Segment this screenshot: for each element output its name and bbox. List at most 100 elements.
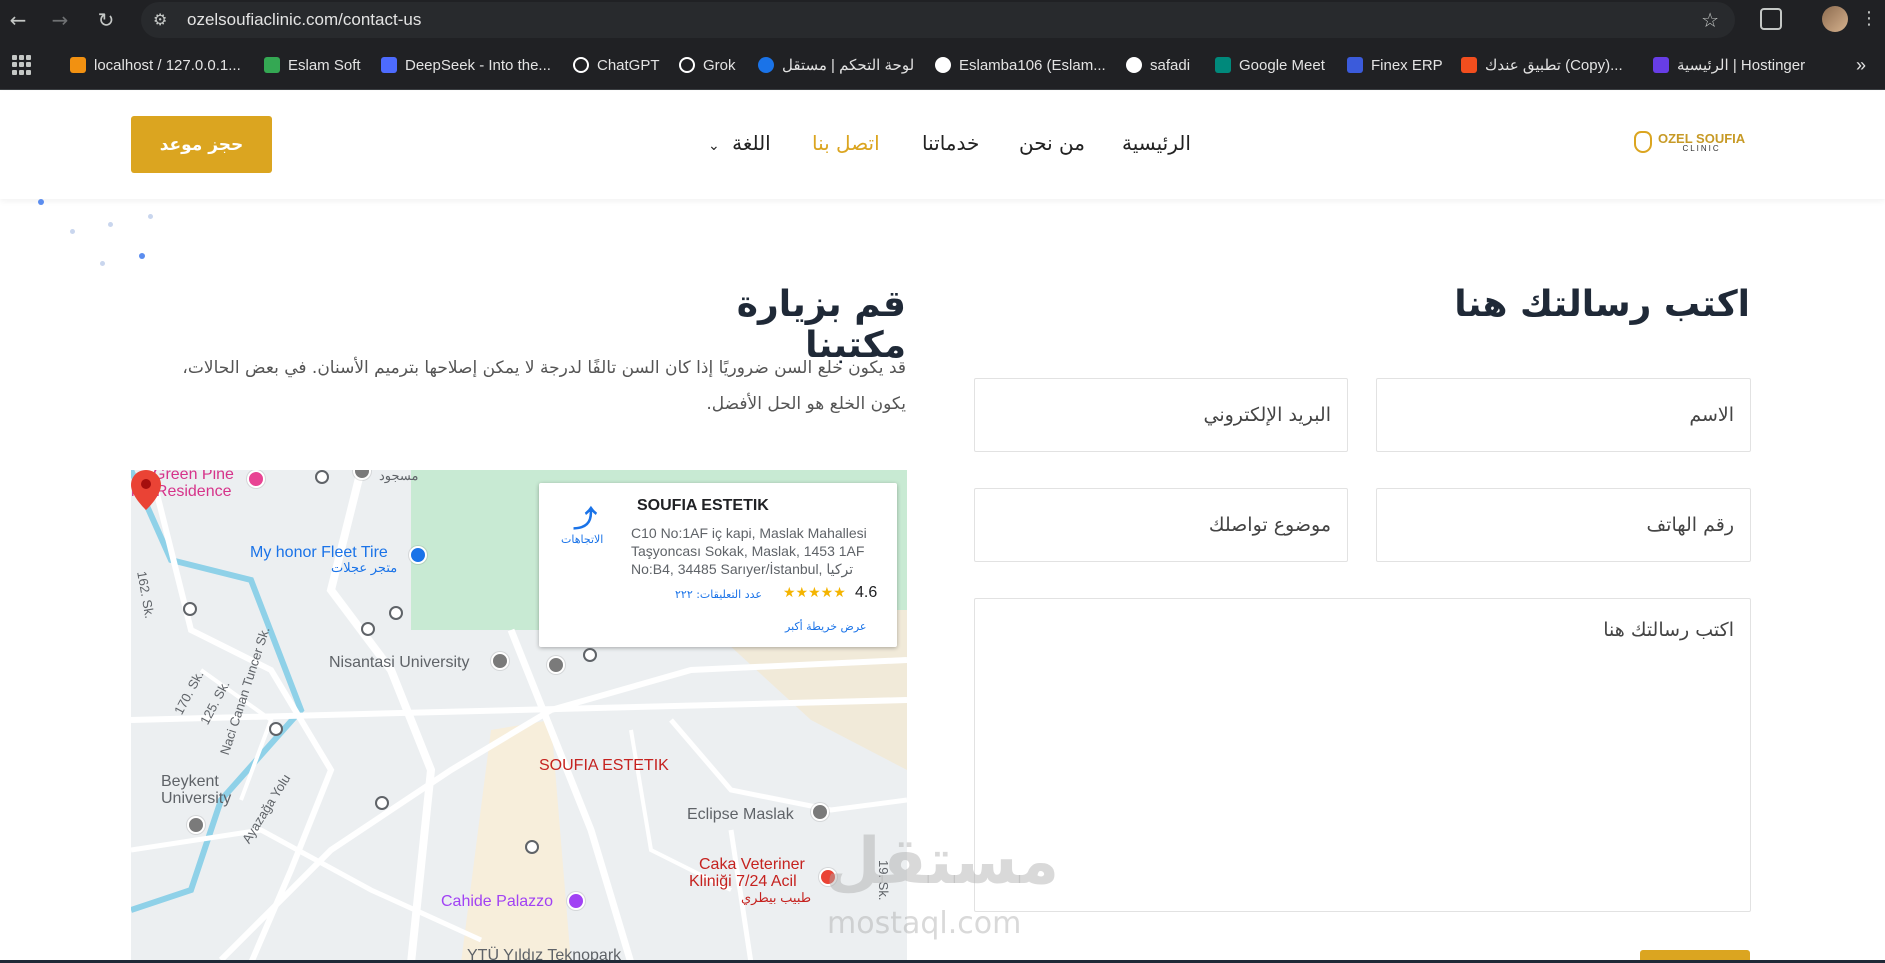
forward-icon[interactable]: → (42, 2, 78, 38)
bookmark-item[interactable]: ChatGPT (573, 54, 660, 76)
bookmark-item[interactable]: Finex ERP (1347, 54, 1443, 76)
bus-stop-icon[interactable] (583, 648, 597, 662)
bookmark-label: localhost / 127.0.0.1... (94, 56, 241, 74)
name-input[interactable] (1377, 379, 1750, 451)
place-address: C10 No:1AF iç kapi, Maslak Mahallesi Taş… (631, 525, 867, 577)
browser-toolbar: ← → ↻ ⚙ ozelsoufiaclinic.com/contact-us … (0, 0, 1885, 40)
bookmark-label: Eslam Soft (288, 56, 361, 74)
hotel-icon[interactable] (247, 470, 265, 488)
name-field[interactable] (1376, 378, 1751, 452)
deepseek-icon (381, 57, 397, 73)
shopping-icon[interactable] (409, 546, 427, 564)
subject-field[interactable] (974, 488, 1348, 562)
hotel-icon[interactable] (567, 892, 585, 910)
more-bookmarks-icon[interactable]: » (1856, 54, 1866, 76)
bookmark-item[interactable]: Eslam Soft (264, 54, 361, 76)
nav-contact[interactable]: اتصل بنا (812, 131, 880, 155)
directions-label[interactable]: الاتجاهات (561, 533, 603, 546)
reviews-link[interactable]: عدد التعليقات: ٢٢٢ (675, 588, 762, 601)
bus-stop-icon[interactable] (525, 840, 539, 854)
bookmark-item[interactable]: لوحة التحكم | مستقل (758, 54, 914, 76)
decorative-dot (139, 253, 145, 259)
address-bar[interactable]: ⚙ ozelsoufiaclinic.com/contact-us ☆ (141, 2, 1735, 38)
bookmark-item[interactable]: localhost / 127.0.0.1... (70, 54, 241, 76)
view-larger-map-link[interactable]: عرض خريطة أكبر (785, 620, 866, 633)
location-pin-icon[interactable] (131, 470, 161, 510)
bus-stop-icon[interactable] (183, 602, 197, 616)
bookmark-label: تطبيق عندك (Copy)... (1485, 57, 1623, 74)
watermark-url: mostaql.com (827, 906, 1022, 941)
subject-input[interactable] (975, 489, 1347, 561)
place-name: SOUFIA ESTETIK (637, 497, 769, 514)
bookmark-item[interactable]: safadi (1126, 54, 1190, 76)
back-icon[interactable]: ← (0, 2, 36, 38)
school-icon[interactable] (187, 816, 205, 834)
extensions-icon[interactable] (1760, 8, 1782, 30)
bookmark-item[interactable]: Grok (679, 54, 736, 76)
clinic-logo[interactable]: OZEL SOUFIA CLINIC (1634, 131, 1745, 153)
nav-about[interactable]: من نحن (1019, 131, 1085, 155)
nav-home[interactable]: الرئيسية (1122, 131, 1191, 155)
place-rating: 4.6 (855, 584, 878, 601)
email-input[interactable] (975, 379, 1347, 451)
phone-field[interactable] (1376, 488, 1751, 562)
reload-icon[interactable]: ↻ (88, 2, 124, 38)
decorative-dot (100, 261, 105, 266)
google-map[interactable]: ⤴ الاتجاهات SOUFIA ESTETIK C10 No:1AF iç… (131, 470, 907, 963)
bookmark-label: الرئيسية | Hostinger (1677, 57, 1806, 74)
url-text[interactable]: ozelsoufiaclinic.com/contact-us (187, 10, 421, 30)
bookmark-label: Google Meet (1239, 56, 1325, 74)
school-icon[interactable] (491, 652, 509, 670)
mostaql-icon (758, 57, 774, 73)
map-label-university: University (161, 790, 232, 807)
map-label-caka: Caka Veteriner (699, 856, 805, 873)
chatgpt-icon (573, 57, 589, 73)
map-label-caka2: Kliniği 7/24 Acil (689, 873, 797, 890)
bookmarks-bar: localhost / 127.0.0.1... Eslam Soft Deep… (0, 40, 1885, 90)
map-label-green-pine: Green Pine (153, 470, 234, 483)
github-icon (935, 57, 951, 73)
bookmark-item[interactable]: DeepSeek - Into the... (381, 54, 551, 76)
bus-stop-icon[interactable] (269, 722, 283, 736)
map-label-soufia: SOUFIA ESTETIK (539, 757, 669, 774)
school-icon[interactable] (547, 656, 565, 674)
map-label-caka-ar: طبيب بيطري (741, 890, 812, 905)
bookmark-item[interactable]: Eslamba106 (Eslam... (935, 54, 1106, 76)
bookmark-item[interactable]: الرئيسية | Hostinger (1653, 54, 1805, 76)
email-field[interactable] (974, 378, 1348, 452)
grok-icon (679, 57, 695, 73)
site-info-icon[interactable]: ⚙ (153, 10, 167, 29)
decorative-dot (38, 199, 44, 205)
message-textarea[interactable] (975, 599, 1750, 911)
apps-grid-icon[interactable] (12, 55, 32, 75)
bookmark-label: Eslamba106 (Eslam... (959, 56, 1106, 74)
place-info-card[interactable]: ⤴ الاتجاهات SOUFIA ESTETIK C10 No:1AF iç… (539, 483, 897, 647)
bookmark-label: DeepSeek - Into the... (405, 56, 551, 74)
decorative-dot (70, 229, 75, 234)
map-label-beykent: Beykent (161, 773, 219, 790)
menu-icon[interactable]: ⋮ (1860, 8, 1878, 29)
nav-services[interactable]: خدماتنا (922, 131, 979, 155)
finex-icon (1347, 57, 1363, 73)
phpmyadmin-icon (70, 57, 86, 73)
bus-stop-icon[interactable] (375, 796, 389, 810)
avatar[interactable] (1822, 6, 1848, 32)
map-label-mosque: مسجود (379, 470, 419, 483)
decorative-dot (148, 214, 153, 219)
nav-language-dropdown[interactable]: اللغة ⌄ (708, 131, 771, 155)
phone-input[interactable] (1377, 489, 1750, 561)
bookmark-star-icon[interactable]: ☆ (1701, 8, 1719, 32)
map-label-eclipse: Eclipse Maslak (687, 806, 794, 823)
bus-stop-icon[interactable] (361, 622, 375, 636)
directions-icon[interactable]: ⤴ (571, 499, 599, 533)
bookmark-item[interactable]: تطبيق عندك (Copy)... (1461, 54, 1623, 76)
bus-stop-icon[interactable] (315, 470, 329, 484)
figma-icon (1461, 57, 1477, 73)
tooth-logo-icon (1634, 131, 1652, 153)
place-icon[interactable] (811, 803, 829, 821)
bookmark-label: Grok (703, 56, 736, 74)
bookmark-item[interactable]: Google Meet (1215, 54, 1325, 76)
book-appointment-button[interactable]: حجز موعد (131, 116, 272, 173)
message-field[interactable] (974, 598, 1751, 912)
bus-stop-icon[interactable] (389, 606, 403, 620)
